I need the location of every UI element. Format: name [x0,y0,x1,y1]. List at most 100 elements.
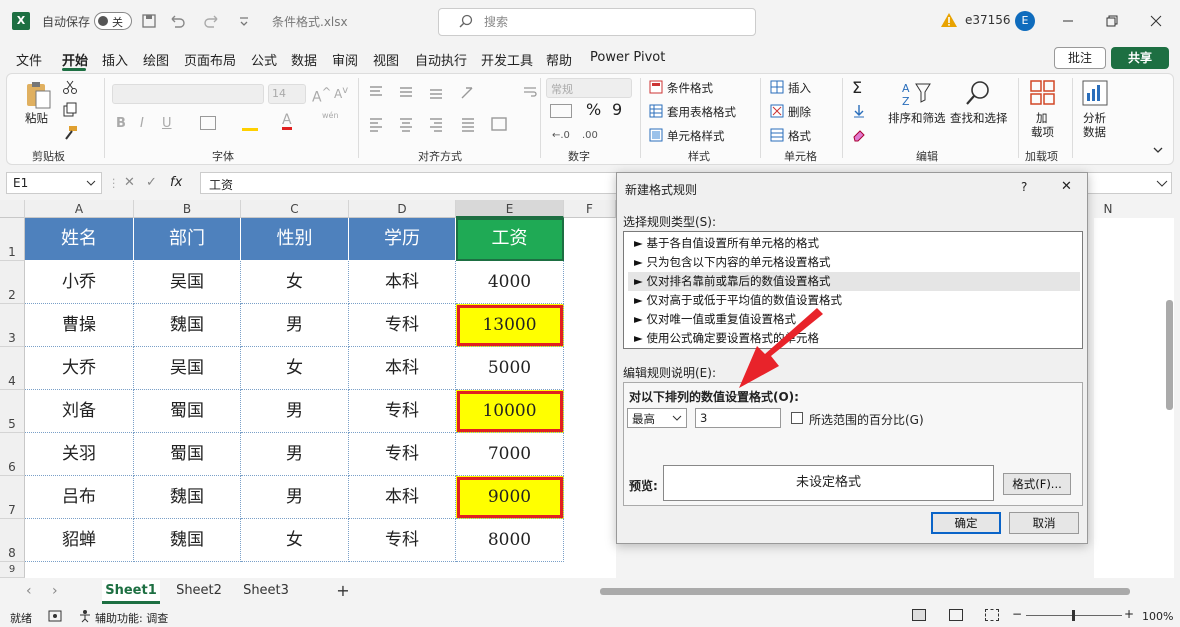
row-header[interactable]: 7 [0,476,25,519]
page-break-view-icon[interactable] [985,609,999,621]
menu-formulas[interactable]: 公式 [251,50,277,69]
table-cell[interactable]: 刘备 [25,390,134,433]
font-size-combo[interactable]: 14 [268,84,306,104]
autosum-icon[interactable]: Σ [852,78,862,97]
font-color-icon[interactable]: A [282,113,292,130]
restore-icon[interactable] [1105,14,1119,28]
sheet-tab-sheet2[interactable]: Sheet2 [170,580,228,604]
zoom-slider-handle[interactable] [1072,610,1075,621]
zoom-level[interactable]: 100% [1142,610,1173,623]
rule-type-item[interactable]: ► 使用公式确定要设置格式的单元格 [628,329,1080,348]
table-cell[interactable]: 蜀国 [134,433,241,476]
vertical-align-icons[interactable] [368,84,488,100]
minimize-icon[interactable] [1061,14,1075,28]
row-header[interactable]: 5 [0,390,25,433]
table-cell[interactable]: 吴国 [134,261,241,304]
table-cell[interactable]: 专科 [349,390,456,433]
horizontal-scrollbar[interactable] [600,588,1130,595]
sheet-tab-sheet1[interactable]: Sheet1 [102,580,160,604]
menu-home[interactable]: 开始 [62,50,88,69]
table-cell[interactable]: 男 [241,304,349,347]
table-cell[interactable]: 专科 [349,519,456,562]
rule-type-item-selected[interactable]: ► 仅对排名靠前或靠后的数值设置格式 [628,272,1080,291]
table-cell[interactable]: 大乔 [25,347,134,390]
column-header[interactable]: C [241,200,349,218]
phonetic-icon[interactable]: wén [322,111,339,120]
cut-icon[interactable] [62,79,78,95]
autosave-toggle[interactable]: 关 [94,12,132,30]
column-header[interactable]: D [349,200,456,218]
table-cell[interactable]: 魏国 [134,519,241,562]
customize-icon[interactable] [238,15,250,27]
wrap-text-icon[interactable] [522,84,538,100]
italic-icon[interactable]: I [140,116,144,131]
fill-color-icon[interactable] [242,117,258,131]
delete-cells-button[interactable]: 删除 [788,104,811,120]
table-cell[interactable]: 魏国 [134,304,241,347]
percent-icon[interactable]: % [586,100,601,119]
table-cell[interactable]: 本科 [349,261,456,304]
insert-cells-button[interactable]: 插入 [788,80,811,96]
vertical-scrollbar[interactable] [1166,300,1173,410]
rule-type-list[interactable]: ► 基于各自值设置所有单元格的格式 ► 只为包含以下内容的单元格设置格式 ► 仅… [623,231,1083,349]
table-cell[interactable]: 专科 [349,433,456,476]
cell-styles-button[interactable]: 单元格样式 [667,128,725,144]
rule-type-item[interactable]: ► 只为包含以下内容的单元格设置格式 [628,253,1080,272]
sheet-tab-sheet3[interactable]: Sheet3 [237,580,295,604]
row-header[interactable]: 3 [0,304,25,347]
avatar[interactable]: E [1015,11,1035,31]
cancel-button[interactable]: 取消 [1009,512,1079,534]
table-cell[interactable]: 女 [241,519,349,562]
table-cell[interactable]: 关羽 [25,433,134,476]
formula-expand-icon[interactable] [1156,178,1168,188]
format-button[interactable]: 格式(F)... [1003,473,1071,495]
redo-icon[interactable] [203,13,221,29]
paste-icon[interactable] [24,80,52,110]
ribbon-collapse-icon[interactable] [1152,146,1164,156]
decimal-icons[interactable]: ←.0 .00 [552,126,612,142]
column-header-selected[interactable]: E [456,200,564,218]
warning-icon[interactable] [940,12,958,28]
rank-count-input[interactable]: 3 [695,408,781,428]
name-box-dropdown-icon[interactable] [86,178,96,188]
decrease-font-icon[interactable]: Av [334,85,348,101]
column-header[interactable]: N [1088,200,1128,218]
table-header-cell[interactable]: 姓名 [25,218,134,261]
save-icon[interactable] [141,13,157,29]
table-cell[interactable]: 男 [241,476,349,519]
menu-insert[interactable]: 插入 [102,50,128,69]
table-cell[interactable]: 小乔 [25,261,134,304]
dialog-close-button[interactable]: ✕ [1061,179,1072,194]
table-header-cell[interactable]: 部门 [134,218,241,261]
format-as-table-button[interactable]: 套用表格格式 [667,104,736,120]
menu-draw[interactable]: 绘图 [143,50,169,69]
row-header[interactable]: 4 [0,347,25,390]
table-cell[interactable]: 男 [241,433,349,476]
row-header[interactable]: 2 [0,261,25,304]
ok-button[interactable]: 确定 [931,512,1001,534]
underline-icon[interactable]: U [162,116,172,131]
rule-type-item[interactable]: ► 基于各自值设置所有单元格的格式 [628,234,1080,253]
select-all-corner[interactable] [0,200,25,218]
accessibility-icon[interactable] [78,609,92,623]
table-cell[interactable]: 曹操 [25,304,134,347]
table-cell[interactable]: 男 [241,390,349,433]
column-header[interactable]: F [564,200,616,218]
menu-power-pivot[interactable]: Power Pivot [590,50,665,65]
menu-automate[interactable]: 自动执行 [415,50,467,69]
table-cell[interactable]: 4000 [456,261,564,304]
grid-right-area[interactable] [1094,218,1174,578]
zoom-in-icon[interactable]: + [1124,607,1134,621]
menu-data[interactable]: 数据 [291,50,317,69]
menu-view[interactable]: 视图 [373,50,399,69]
percent-checkbox[interactable] [791,412,803,424]
column-header[interactable]: B [134,200,241,218]
analyze-data-button-line2[interactable]: 数据 [1083,124,1106,140]
horizontal-align-icons[interactable] [368,116,518,132]
fill-icon[interactable] [852,104,866,118]
table-cell[interactable]: 貂蝉 [25,519,134,562]
share-button[interactable]: 共享 [1111,47,1169,69]
find-select-button[interactable]: 查找和选择 [950,110,1008,126]
cancel-entry-icon[interactable]: ✕ [124,175,135,190]
column-header[interactable]: A [25,200,134,218]
